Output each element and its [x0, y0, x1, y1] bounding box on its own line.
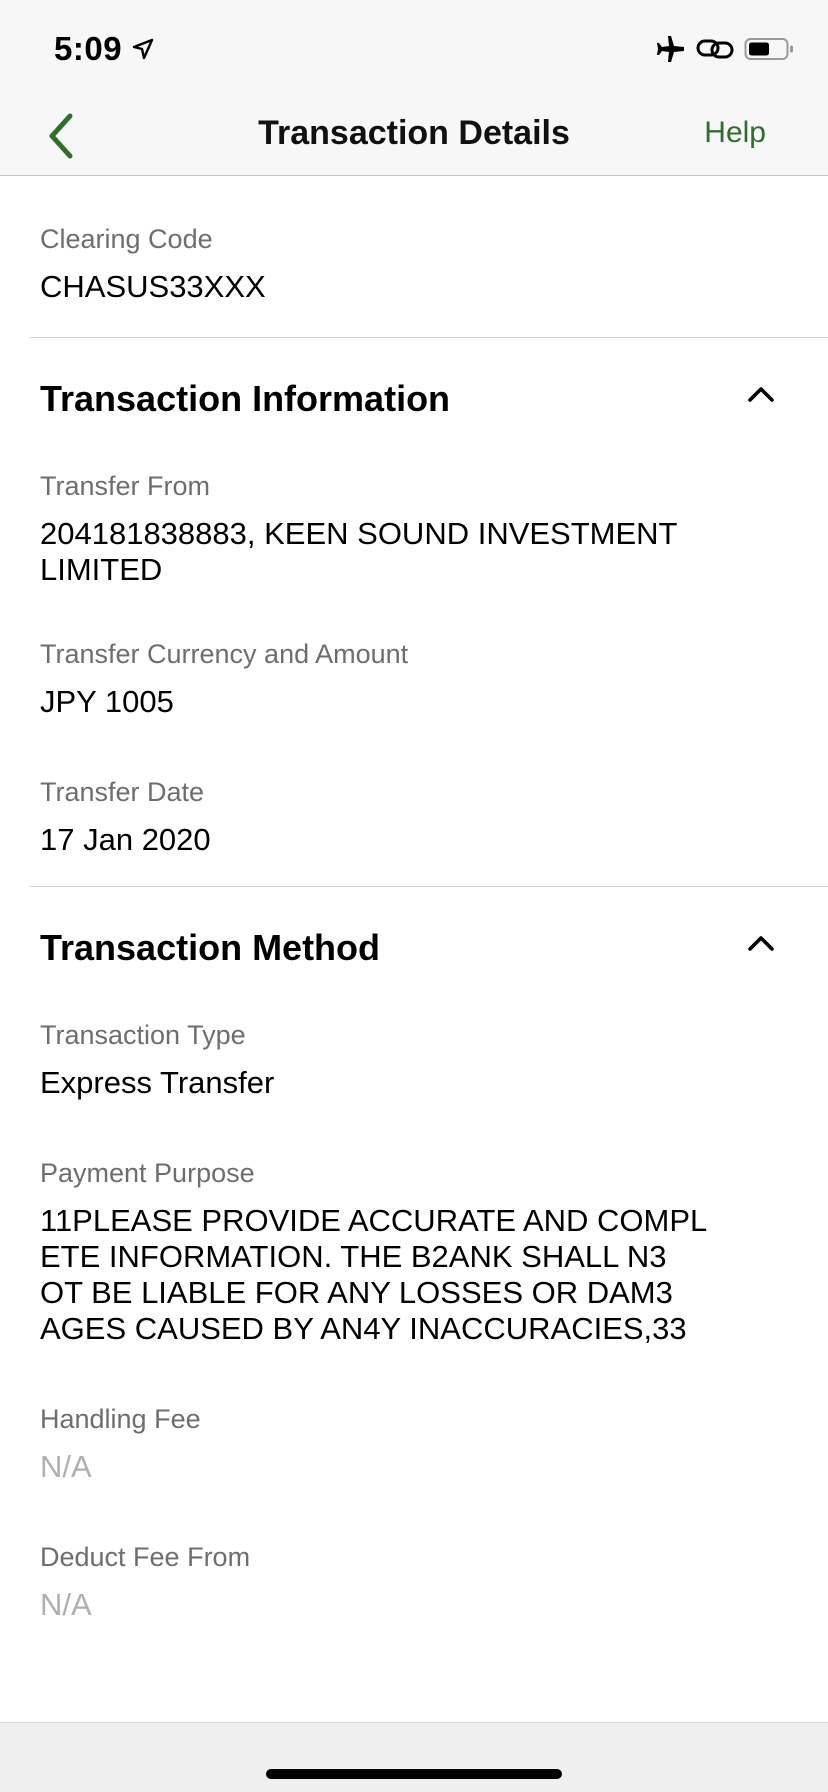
- field-value-line: AGES CAUSED BY AN4Y INACCURACIES,33: [40, 1311, 687, 1346]
- transaction-type-field: Transaction Type Express Transfer: [0, 1011, 828, 1101]
- field-value-line: 11PLEASE PROVIDE ACCURATE AND COMPL: [40, 1203, 708, 1238]
- payment-purpose-field: Payment Purpose 11PLEASE PROVIDE ACCURAT…: [0, 1101, 828, 1347]
- help-button[interactable]: Help: [704, 116, 766, 150]
- field-value: JPY 1005: [40, 684, 174, 719]
- status-time: 5:09: [54, 30, 123, 67]
- link-icon: [696, 36, 734, 67]
- clearing-code-field: Clearing Code CHASUS33XXX: [0, 177, 828, 337]
- battery-icon: [744, 36, 794, 67]
- field-value-line: ETE INFORMATION. THE B2ANK SHALL N3: [40, 1239, 667, 1274]
- section-title: Transaction Method: [40, 927, 381, 968]
- field-value: CHASUS33XXX: [40, 269, 266, 304]
- field-value: N/A: [40, 1587, 92, 1622]
- chevron-up-icon[interactable]: [746, 384, 776, 404]
- deduct-fee-from-field: Deduct Fee From N/A: [0, 1485, 828, 1623]
- field-label: Payment Purpose: [40, 1158, 255, 1188]
- transaction-method-header[interactable]: Transaction Method: [0, 887, 828, 1011]
- field-label: Transfer From: [40, 471, 211, 501]
- section-title: Transaction Information: [40, 378, 451, 419]
- field-label: Handling Fee: [40, 1404, 201, 1434]
- location-arrow-icon: [132, 38, 154, 65]
- field-value: 11PLEASE PROVIDE ACCURATE AND COMPL ETE …: [40, 1203, 828, 1347]
- field-value-line: 204181838883, KEEN SOUND INVESTMENT: [40, 516, 678, 551]
- home-indicator[interactable]: [266, 1769, 562, 1779]
- navigation-bar: Transaction Details Help: [0, 96, 828, 176]
- transfer-date-field: Transfer Date 17 Jan 2020: [0, 720, 828, 886]
- field-value: N/A: [40, 1449, 92, 1484]
- field-value: 17 Jan 2020: [40, 822, 211, 857]
- transfer-from-field: Transfer From 204181838883, KEEN SOUND I…: [0, 462, 828, 588]
- field-label: Clearing Code: [40, 224, 213, 254]
- field-label: Transfer Currency and Amount: [40, 639, 409, 669]
- transaction-information-header[interactable]: Transaction Information: [0, 338, 828, 462]
- field-label: Transfer Date: [40, 777, 205, 807]
- status-bar: 5:09: [0, 0, 828, 96]
- transaction-details-content: Clearing Code CHASUS33XXX Transaction In…: [0, 177, 828, 1623]
- field-label: Deduct Fee From: [40, 1542, 251, 1572]
- chevron-up-icon[interactable]: [746, 933, 776, 953]
- airplane-icon: [654, 34, 686, 69]
- handling-fee-field: Handling Fee N/A: [0, 1347, 828, 1485]
- field-value: 204181838883, KEEN SOUND INVESTMENT LIMI…: [40, 516, 828, 588]
- transfer-currency-amount-field: Transfer Currency and Amount JPY 1005: [0, 588, 828, 720]
- home-indicator-area: [0, 1722, 828, 1792]
- field-label: Transaction Type: [40, 1020, 246, 1050]
- field-value: Express Transfer: [40, 1065, 275, 1100]
- field-value-line: OT BE LIABLE FOR ANY LOSSES OR DAM3: [40, 1275, 673, 1310]
- field-value-line: LIMITED: [40, 552, 163, 587]
